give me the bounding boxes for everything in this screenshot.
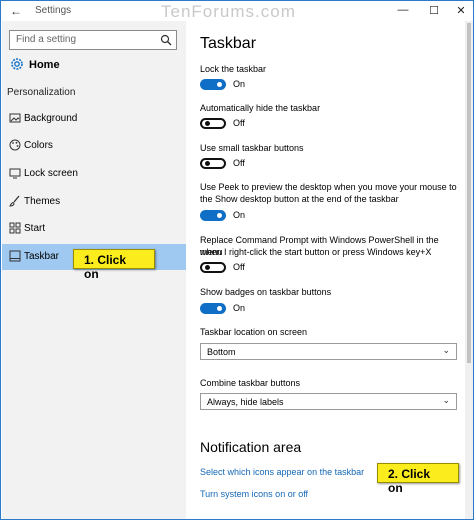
sidebar-item-lock-screen[interactable]: Lock screen [2, 161, 186, 187]
page-title: Taskbar [200, 35, 257, 52]
combine-value: Always, hide labels [207, 397, 284, 407]
monitor-icon [9, 167, 21, 179]
close-icon[interactable]: ✕ [451, 4, 471, 17]
badges-toggle[interactable] [200, 303, 226, 314]
chevron-down-icon: ⌄ [442, 395, 450, 405]
system-icons-link[interactable]: Turn system icons on or off [200, 489, 308, 499]
toggle-state: On [233, 210, 246, 220]
toggle-knob [205, 161, 210, 166]
search-placeholder: Find a setting [16, 34, 77, 45]
back-arrow-icon[interactable]: ← [10, 4, 22, 18]
title-bar: ← Settings TenForums.com — ☐ ✕ [1, 1, 473, 21]
chevron-down-icon: ⌄ [442, 345, 450, 355]
sidebar-item-label: Colors [24, 140, 53, 151]
gear-icon [9, 56, 25, 75]
toggle-knob [205, 265, 210, 270]
toggle-state: Off [233, 118, 245, 128]
search-icon[interactable] [160, 33, 172, 51]
toggle-state: On [233, 79, 246, 89]
toggle-state: On [233, 303, 246, 313]
location-label: Taskbar location on screen [200, 327, 308, 337]
callout-step-1: 1. Click on [73, 249, 155, 281]
picture-icon [9, 112, 21, 124]
scrollbar[interactable] [465, 21, 473, 519]
settings-window: ← Settings TenForums.com — ☐ ✕ Find a se… [0, 0, 474, 520]
location-dropdown[interactable]: Bottom ⌄ [200, 343, 457, 360]
location-value: Bottom [207, 347, 236, 357]
brush-icon [9, 195, 21, 207]
main-content: Taskbar Lock the taskbar On Automaticall… [187, 21, 463, 519]
sidebar-item-start[interactable]: Start [2, 216, 186, 242]
setting-label-line2: when I right-click the start button or p… [200, 247, 432, 257]
sidebar-item-label: Background [24, 113, 78, 124]
lock-taskbar-toggle[interactable] [200, 79, 226, 90]
setting-label-line2: the Show desktop button at the end of th… [200, 194, 399, 204]
sidebar-item-label: Themes [24, 196, 61, 207]
grid-icon [9, 222, 21, 234]
taskbar-icon [9, 250, 21, 262]
combine-label: Combine taskbar buttons [200, 378, 301, 388]
toggle-knob [217, 306, 222, 311]
setting-label-line1: Use Peek to preview the desktop when you… [200, 182, 457, 192]
notification-area-heading: Notification area [200, 439, 302, 455]
sidebar-item-themes[interactable]: Themes [2, 189, 186, 215]
scrollbar-thumb[interactable] [467, 23, 471, 363]
sidebar-item-label: Start [24, 223, 46, 234]
setting-label: Show badges on taskbar buttons [200, 287, 332, 297]
setting-label: Lock the taskbar [200, 64, 267, 74]
peek-toggle[interactable] [200, 210, 226, 221]
sidebar-item-background[interactable]: Background [2, 106, 186, 132]
small-buttons-toggle[interactable] [200, 158, 226, 169]
section-heading: Personalization [7, 87, 76, 98]
powershell-toggle[interactable] [200, 262, 226, 273]
home-label: Home [29, 59, 60, 71]
select-icons-link[interactable]: Select which icons appear on the taskbar [200, 467, 364, 477]
sidebar-item-colors[interactable]: Colors [2, 133, 186, 159]
setting-label: Automatically hide the taskbar [200, 103, 321, 113]
setting-label: Use small taskbar buttons [200, 143, 304, 153]
minimize-icon[interactable]: — [393, 4, 413, 16]
toggle-state: Off [233, 158, 245, 168]
search-input[interactable]: Find a setting [9, 30, 177, 50]
toggle-state: Off [233, 262, 245, 272]
watermark: TenForums.com [161, 2, 296, 21]
sidebar-item-label: Taskbar [24, 251, 60, 262]
window-title: Settings [35, 5, 72, 16]
maximize-icon[interactable]: ☐ [424, 4, 444, 17]
callout-step-2: 2. Click on [377, 463, 459, 495]
combine-dropdown[interactable]: Always, hide labels ⌄ [200, 393, 457, 410]
toggle-knob [217, 82, 222, 87]
toggle-knob [205, 121, 210, 126]
auto-hide-toggle[interactable] [200, 118, 226, 129]
toggle-knob [217, 213, 222, 218]
palette-icon [9, 139, 21, 151]
sidebar-item-label: Lock screen [24, 168, 78, 179]
